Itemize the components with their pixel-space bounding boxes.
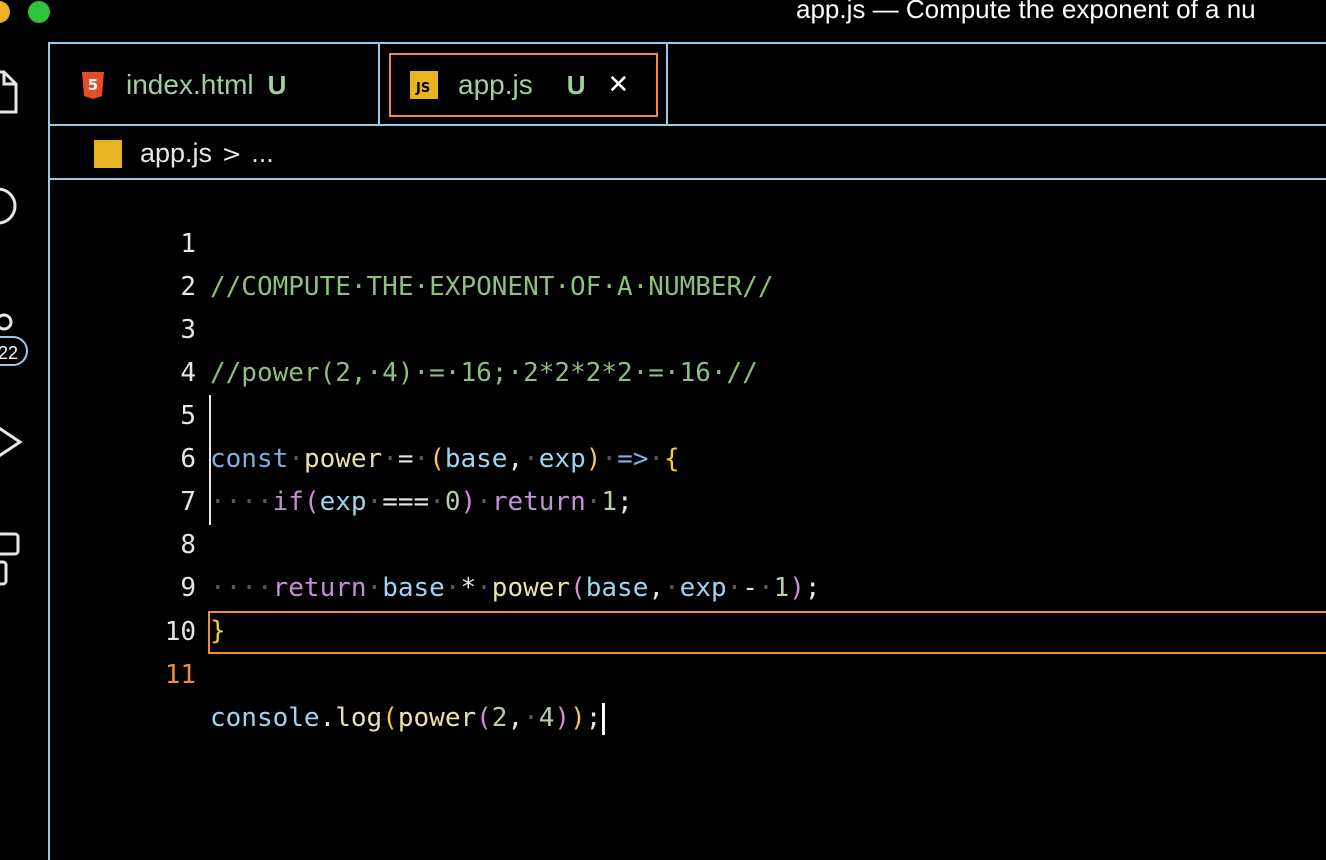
code-text: console.log(power(2,·4)); [210, 697, 606, 740]
code-line[interactable]: 4 [50, 309, 1326, 388]
paren: ( [382, 703, 398, 733]
punct: ; [585, 703, 602, 733]
source-control-badge: 22 [0, 336, 28, 366]
object: console [210, 703, 320, 733]
breadcrumb-file[interactable]: app.js [140, 138, 212, 168]
window-title: app.js — Compute the exponent of a nu [796, 0, 1256, 24]
html5-icon: 5 [82, 72, 104, 99]
code-line[interactable]: 8 ····return·base·*·power(base,·exp·-·1)… [50, 481, 1326, 603]
chevron-right-icon: > [221, 140, 242, 168]
function-call: power [397, 703, 477, 733]
breadcrumb: app.js > ... [50, 126, 1326, 180]
paren: ) [554, 703, 571, 733]
code-line[interactable]: 5 const·power·=·(base,·exp)·=>·{ [50, 352, 1326, 474]
tab-app-js[interactable]: JS app.js U ✕ [380, 44, 668, 126]
paren: ) [570, 703, 586, 733]
zoom-button[interactable] [28, 1, 50, 23]
code-line[interactable]: 1 //COMPUTE·THE·EXPONENT·OF·A·NUMBER// [50, 180, 1326, 302]
run-debug-icon[interactable] [0, 422, 26, 462]
number: 2 [491, 703, 508, 733]
text-cursor [602, 702, 606, 735]
tab-index-html[interactable]: 5 index.html U [50, 44, 380, 126]
title-bar: app.js — Compute the exponent of a nu [0, 0, 1326, 42]
code-line[interactable]: 2 [50, 223, 1326, 302]
code-line[interactable]: 10 [50, 568, 1326, 647]
code-line[interactable]: 7 [50, 438, 1326, 517]
punct: . [319, 703, 336, 733]
extensions-icon[interactable] [0, 530, 26, 590]
number: 4 [538, 703, 555, 733]
minimize-button[interactable] [0, 1, 10, 23]
tab-label: index.html [126, 69, 254, 100]
paren: ( [476, 703, 492, 733]
code-line[interactable]: 9 } [50, 524, 1326, 646]
search-icon[interactable] [0, 186, 20, 234]
js-icon [94, 140, 122, 168]
files-icon[interactable] [0, 68, 20, 116]
punct: , [507, 703, 524, 733]
untracked-badge: U [267, 69, 287, 100]
code-line-active[interactable]: 11 console.log(power(2,·4)); [50, 611, 1326, 735]
code-line[interactable]: 3 //power(2,·4)·=·16;·2*2*2*2·=·16·// [50, 266, 1326, 388]
tab-bar: 5 index.html U JS app.js U ✕ [50, 42, 1326, 126]
svg-text:5: 5 [88, 76, 98, 94]
active-tab-focus-ring [389, 53, 658, 117]
line-number: 11 [164, 660, 196, 690]
editor-window: app.js — Compute the exponent of a nu 22… [0, 0, 1326, 860]
method: log [335, 703, 383, 733]
code-editor[interactable]: 1 //COMPUTE·THE·EXPONENT·OF·A·NUMBER// 2… [50, 180, 1326, 860]
activity-bar: 22 [0, 42, 50, 860]
breadcrumb-symbols[interactable]: ... [251, 138, 274, 168]
code-line[interactable]: 6 ····if(exp·===·0)·return·1; [50, 395, 1326, 517]
